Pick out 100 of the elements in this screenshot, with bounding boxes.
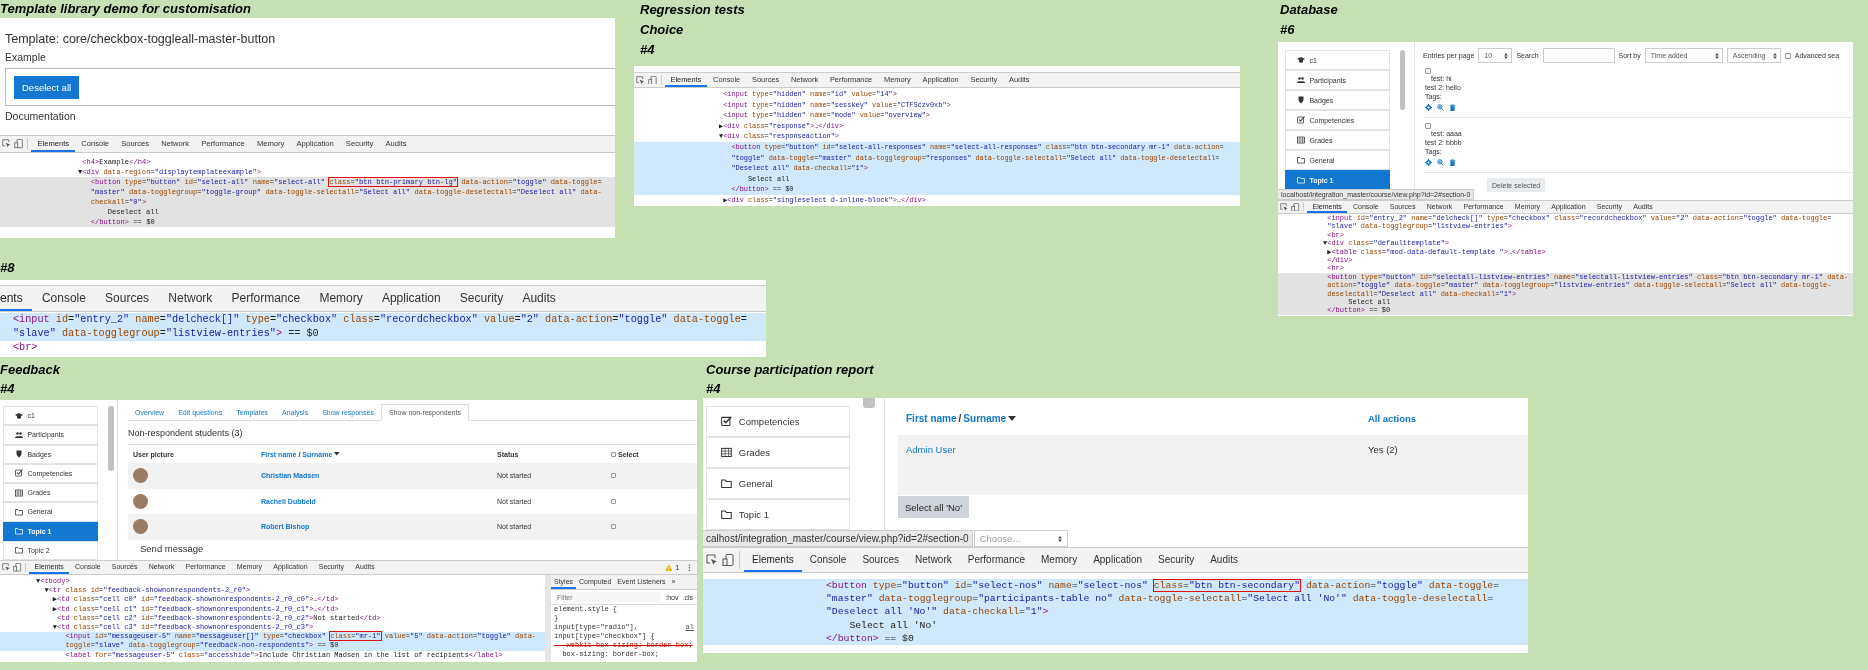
checkbox[interactable] (1425, 68, 1431, 74)
devtools-tab[interactable]: Sources (95, 286, 159, 311)
devtools-tab[interactable]: Memory (1033, 548, 1086, 572)
devtools-tab[interactable]: Performance (221, 286, 310, 311)
device-icon[interactable] (648, 75, 657, 85)
checkbox[interactable] (611, 498, 616, 504)
device-icon[interactable] (14, 139, 24, 149)
device-icon[interactable] (13, 563, 22, 572)
folder-icon (1296, 155, 1305, 164)
inspect-icon[interactable] (1280, 202, 1289, 212)
user-name-link[interactable]: Admin User (906, 444, 1368, 455)
sort-link[interactable]: Surname (963, 412, 1007, 424)
scrollbar (1400, 50, 1405, 110)
devtools-tab[interactable]: Sources (854, 548, 908, 572)
section-caption: #4 (640, 41, 656, 59)
table-icon (14, 488, 23, 497)
section-caption: Template library demo for customisation (0, 0, 252, 18)
shield-icon (14, 450, 23, 459)
avatar-placeholder (133, 468, 148, 484)
section-caption: #4 (706, 380, 722, 398)
section-heading: Send message (139, 542, 205, 554)
inspect-icon[interactable] (636, 75, 646, 85)
select-all-no-button[interactable]: Select all 'No' (898, 496, 969, 518)
gear-icon[interactable] (1425, 104, 1432, 111)
scrollbar (108, 406, 114, 471)
devtools-tab[interactable]: Network (158, 286, 222, 311)
code-line: <br> (12, 341, 39, 355)
page-heading: Template: core/checkbox-toggleall-master-button (5, 32, 277, 47)
status-url: calhost/integration_master/course/view.php?id=2#section-0 (703, 530, 973, 547)
devtools-tab[interactable]: Security (450, 286, 513, 311)
more-options-icon[interactable] (688, 563, 691, 572)
gear-icon[interactable] (1425, 159, 1432, 166)
deselect-all-button[interactable]: Deselect all (14, 76, 80, 99)
folder-icon (721, 478, 733, 489)
nav-item[interactable]: Grades (706, 437, 850, 468)
devtools-tab[interactable]: Security (1150, 548, 1203, 572)
devtools-tab[interactable]: Console (801, 548, 855, 572)
zoom-in-icon[interactable] (1437, 104, 1444, 111)
section-caption: #8 (0, 259, 16, 277)
devtools-tab[interactable]: Audits (1202, 548, 1246, 572)
section-caption: #4 (0, 380, 16, 398)
select-arrows-icon (1772, 52, 1777, 59)
checkbox-icon (721, 416, 733, 427)
section-caption: Course participation report (706, 361, 875, 379)
section-caption: Feedback (0, 361, 61, 379)
select-arrows-icon (1057, 535, 1062, 542)
checkbox[interactable] (1425, 123, 1431, 129)
checkbox-icon (1296, 115, 1305, 124)
section-caption: Database (1280, 1, 1339, 19)
section-caption: Choice (640, 21, 685, 39)
scrollbar (863, 398, 875, 408)
zoom-in-icon[interactable] (1437, 159, 1444, 166)
trash-icon[interactable] (1449, 159, 1456, 166)
table-icon (721, 447, 733, 458)
separator: / (958, 412, 962, 424)
section-caption: Regression tests (640, 1, 746, 19)
folder-icon (14, 527, 23, 536)
devtools-tab[interactable]: Memory (309, 286, 373, 311)
avatar-placeholder (133, 519, 148, 535)
folder-icon (14, 507, 23, 516)
table-icon (1296, 135, 1305, 144)
folder-icon (721, 509, 733, 520)
folder-icon (1296, 175, 1305, 184)
people-icon (1296, 75, 1305, 84)
select-arrows-icon (1504, 52, 1509, 59)
devtools-tab[interactable]: Application (372, 286, 451, 311)
checkbox[interactable] (1784, 52, 1791, 59)
device-icon[interactable] (1291, 202, 1300, 212)
inspect-icon[interactable] (2, 139, 12, 149)
checkbox[interactable] (611, 451, 616, 457)
table-heading: Non-respondent students (3) (128, 428, 244, 438)
people-icon (14, 430, 23, 439)
search-field[interactable] (1542, 48, 1615, 63)
checkbox[interactable] (611, 524, 616, 530)
column-header-link[interactable]: All actions (1368, 412, 1528, 424)
nav-item[interactable]: Competencies (706, 406, 850, 437)
section-caption: #6 (1280, 21, 1296, 39)
checkbox[interactable] (611, 473, 616, 479)
graduation-cap-icon (1296, 55, 1305, 64)
devtools-tab[interactable]: ents (0, 286, 33, 311)
sort-link[interactable]: First name (906, 412, 957, 424)
devtools-tab[interactable]: Console (32, 286, 96, 311)
table-cell-text: Yes (2) (1368, 444, 1399, 455)
select-arrows-icon (1714, 52, 1719, 59)
nav-item[interactable]: Topic 1 (706, 499, 850, 530)
nav-item[interactable]: General (706, 468, 850, 499)
devtools-tab[interactable]: Application (1085, 548, 1151, 572)
section-heading: Example (5, 51, 47, 64)
device-icon[interactable] (722, 554, 734, 566)
sort-caret-icon (334, 452, 340, 456)
inspect-icon[interactable] (2, 563, 11, 572)
devtools-tab[interactable]: Performance (959, 548, 1033, 572)
devtools-tab[interactable]: Audits (512, 286, 566, 311)
inspect-icon[interactable] (706, 554, 718, 566)
devtools-tab[interactable]: Network (907, 548, 960, 572)
devtools-tab[interactable]: Elements (744, 548, 802, 572)
shield-icon (1296, 95, 1305, 104)
checkbox-icon (14, 469, 23, 478)
trash-icon[interactable] (1449, 104, 1456, 111)
folder-icon (14, 546, 23, 555)
